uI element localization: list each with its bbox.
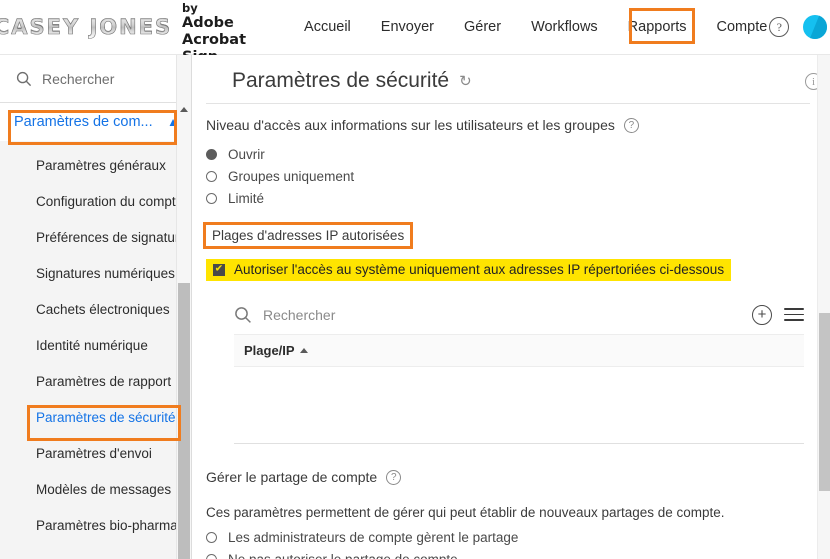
ip-table-toolbar: Rechercher +	[234, 295, 804, 335]
account-sharing-help-icon[interactable]: ?	[386, 469, 402, 485]
sidebar: Rechercher Paramètres de com... ▲ Paramè…	[0, 55, 192, 559]
sidebar-item-identite-numerique[interactable]: Identité numérique	[0, 327, 191, 363]
ip-table-header-row: Plage/IP	[234, 335, 804, 367]
radio-label: Limité	[228, 190, 265, 206]
account-sharing-section: Gérer le partage de compte ? Ces paramèt…	[206, 444, 804, 559]
sidebar-item-modeles-de-messages[interactable]: Modèles de messages	[0, 471, 191, 507]
sidebar-item-configuration-du-compte[interactable]: Configuration du compte	[0, 183, 191, 219]
ip-restriction-checkbox-row[interactable]: ✔ Autoriser l'accès au système uniquemen…	[206, 259, 732, 281]
check-glyph: ✔	[214, 263, 224, 274]
hamburger-menu-icon[interactable]	[784, 304, 804, 325]
search-icon	[16, 71, 32, 86]
nav-item-envoyer[interactable]: Envoyer	[379, 13, 436, 41]
column-header-plage-ip[interactable]: Plage/IP	[244, 343, 308, 358]
ip-ranges-heading: Plages d'adresses IP autorisées	[202, 222, 414, 249]
radio-option-admins-gerent-partage[interactable]: Les administrateurs de compte gèrent le …	[206, 526, 804, 548]
access-level-help-icon[interactable]: ?	[623, 117, 639, 133]
radio-indicator	[206, 170, 217, 182]
radio-option-ne-pas-autoriser-partage[interactable]: Ne pas autoriser le partage de compte	[206, 548, 804, 559]
main-navigation: Accueil Envoyer Gérer Workflows Rapports…	[302, 0, 773, 57]
radio-indicator	[206, 531, 217, 543]
account-sharing-description: Ces paramètres permettent de gérer qui p…	[206, 505, 725, 520]
ip-table-body-empty	[234, 367, 804, 443]
sidebar-search-input[interactable]: Rechercher	[0, 55, 191, 103]
radio-indicator	[206, 192, 217, 204]
radio-option-limite[interactable]: Limité	[206, 187, 804, 209]
casey-jones-logo[interactable]: CASEY JONES	[0, 12, 170, 42]
nav-item-gerer[interactable]: Gérer	[462, 13, 503, 41]
radio-label: Groupes uniquement	[228, 168, 355, 184]
ip-table-search-input[interactable]: Rechercher	[234, 306, 740, 324]
account-sharing-radio-group: Les administrateurs de compte gèrent le …	[206, 526, 804, 559]
sort-ascending-icon	[299, 348, 308, 353]
app-root: CASEY JONES Powered by Adobe Acrobat Sig…	[0, 0, 830, 559]
ip-table-search-placeholder: Rechercher	[263, 306, 336, 323]
account-sharing-heading-row: Gérer le partage de compte ?	[206, 456, 804, 495]
radio-option-groupes-uniquement[interactable]: Groupes uniquement	[206, 165, 804, 187]
radio-option-ouvrir[interactable]: Ouvrir	[206, 143, 804, 165]
checkbox-checked-icon[interactable]: ✔	[213, 263, 225, 276]
nav-item-workflows[interactable]: Workflows	[529, 13, 600, 41]
sidebar-item-signatures-numeriques[interactable]: Signatures numériques	[0, 255, 191, 291]
help-icon[interactable]: ?	[769, 17, 790, 37]
logo-text: CASEY JONES	[0, 15, 172, 40]
avatar[interactable]	[803, 15, 828, 39]
settings-content: Niveau d'accès aux informations sur les …	[192, 104, 830, 559]
ip-ranges-heading-row: Plages d'adresses IP autorisées	[202, 209, 804, 252]
radio-indicator	[206, 148, 217, 160]
sidebar-item-preferences-de-signature[interactable]: Préférences de signature	[0, 219, 191, 255]
sidebar-item-parametres-generaux[interactable]: Paramètres généraux	[0, 147, 191, 183]
radio-indicator	[206, 553, 217, 559]
access-level-label: Niveau d'accès aux informations sur les …	[206, 117, 615, 133]
sidebar-search-placeholder: Rechercher	[42, 70, 115, 87]
sidebar-scrollbar-thumb[interactable]	[178, 283, 190, 559]
nav-item-rapports[interactable]: Rapports	[626, 13, 689, 41]
main-scrollbar-thumb[interactable]	[819, 313, 830, 491]
page-title: Paramètres de sécurité	[232, 69, 450, 92]
radio-label: Ne pas autoriser le partage de compte	[228, 551, 458, 559]
adobe-label: Adobe	[182, 15, 234, 32]
nav-item-accueil[interactable]: Accueil	[302, 13, 353, 41]
radio-label: Les administrateurs de compte gèrent le …	[228, 529, 519, 545]
nav-item-compte[interactable]: Compte	[711, 13, 773, 57]
access-level-radio-group: Ouvrir Groupes uniquement Limité	[206, 143, 804, 209]
sidebar-item-cachets-electroniques[interactable]: Cachets électroniques	[0, 291, 191, 327]
main-scrollbar[interactable]	[817, 55, 830, 559]
powered-by-label: Powered by	[182, 0, 238, 15]
sidebar-group-parametres-de-compte[interactable]: Paramètres de com... ▲	[0, 103, 191, 141]
main-content: Paramètres de sécurité ↻ i Niveau d'accè…	[192, 55, 830, 559]
column-header-label: Plage/IP	[244, 343, 295, 358]
ip-ranges-table-card: Rechercher + Plage/IP	[234, 295, 804, 444]
search-icon	[235, 306, 251, 323]
account-sharing-heading: Gérer le partage de compte	[206, 469, 378, 485]
refresh-icon[interactable]: ↻	[459, 72, 472, 90]
radio-label: Ouvrir	[228, 146, 265, 162]
sidebar-item-parametres-de-rapport[interactable]: Paramètres de rapport	[0, 363, 191, 399]
sidebar-scrollbar[interactable]	[176, 55, 191, 559]
app-header: CASEY JONES Powered by Adobe Acrobat Sig…	[0, 0, 830, 65]
header-actions: ?	[769, 15, 828, 39]
ip-restriction-checkbox-label: Autoriser l'accès au système uniquement …	[234, 262, 725, 277]
sidebar-item-parametres-de-securite[interactable]: Paramètres de sécurité	[0, 399, 191, 435]
plus-circle-icon[interactable]: +	[752, 304, 772, 325]
sidebar-group-label: Paramètres de com...	[14, 114, 153, 130]
sidebar-item-list: Paramètres généraux Configuration du com…	[0, 141, 191, 543]
sidebar-item-parametres-denvoi[interactable]: Paramètres d'envoi	[0, 435, 191, 471]
sidebar-item-parametres-bio-pharma[interactable]: Paramètres bio-pharma	[0, 507, 191, 543]
page-title-row: Paramètres de sécurité ↻	[192, 55, 830, 103]
scroll-up-arrow-icon[interactable]	[180, 107, 188, 112]
access-level-label-row: Niveau d'accès aux informations sur les …	[206, 104, 804, 143]
